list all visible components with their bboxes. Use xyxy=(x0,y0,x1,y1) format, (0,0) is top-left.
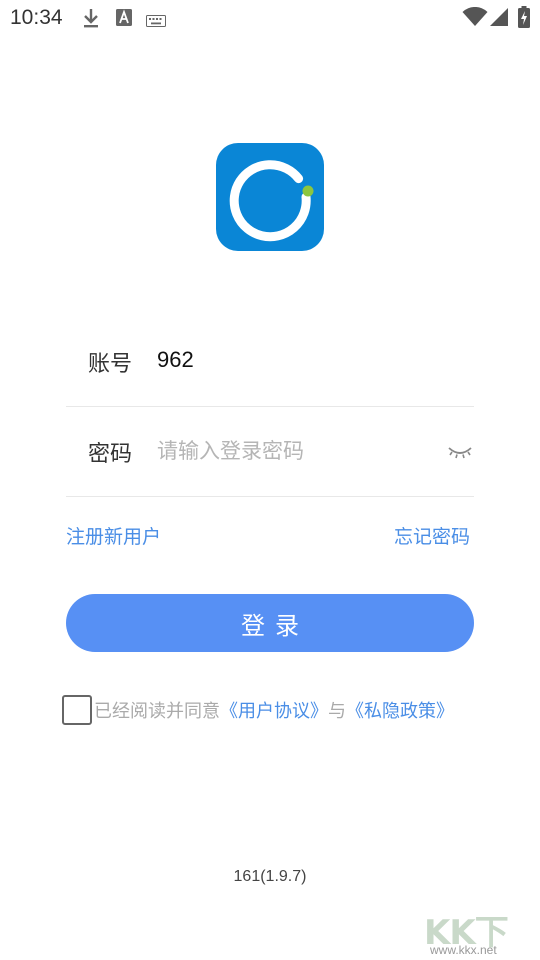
login-button[interactable]: 登录 xyxy=(66,594,474,652)
user-agreement-link[interactable]: 《用户协议》 xyxy=(220,697,328,723)
watermark-url: www.kkx.net xyxy=(430,943,497,957)
account-label: 账号 xyxy=(88,352,133,377)
app-logo xyxy=(216,143,324,251)
privacy-policy-link[interactable]: 《私隐政策》 xyxy=(346,697,454,723)
download-icon xyxy=(82,8,100,32)
app-version: 161(1.9.7) xyxy=(233,868,307,885)
watermark: KK下载 www.kkx.net xyxy=(424,905,536,959)
wifi-icon xyxy=(462,6,488,31)
font-a-icon xyxy=(116,9,132,30)
agreement-connector: 与 xyxy=(328,701,346,722)
password-label: 密码 xyxy=(88,442,133,467)
status-time: 10:34 xyxy=(10,6,63,29)
account-divider xyxy=(66,406,474,407)
agreement-checkbox[interactable] xyxy=(62,695,92,725)
forgot-password-link[interactable]: 忘记密码 xyxy=(394,522,470,549)
password-input[interactable] xyxy=(157,435,427,467)
agreement-row: 已经阅读并同意 《用户协议》 与 《私隐政策》 xyxy=(62,695,454,725)
battery-charging-icon xyxy=(518,6,530,32)
app-ring-logo-icon xyxy=(229,160,314,242)
status-bar: 10:34 xyxy=(0,0,540,36)
eye-closed-icon[interactable] xyxy=(448,444,472,464)
password-divider xyxy=(66,496,474,497)
agreement-prefix: 已经阅读并同意 xyxy=(94,701,220,722)
register-link[interactable]: 注册新用户 xyxy=(66,522,161,549)
signal-icon xyxy=(490,8,508,30)
account-input[interactable]: 962 xyxy=(157,347,194,373)
keyboard-icon xyxy=(146,12,166,31)
